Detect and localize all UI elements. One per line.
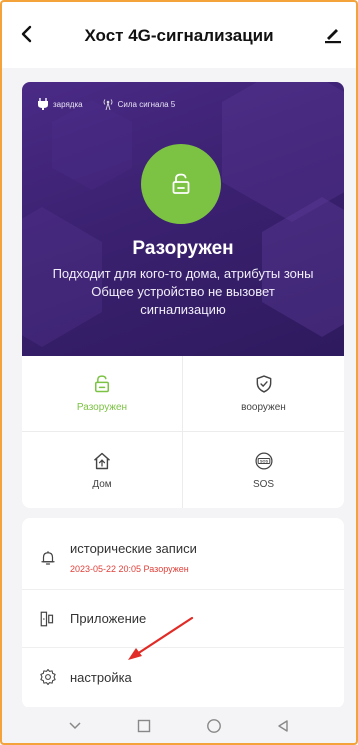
signal-label: Сила сигнала 5: [117, 99, 176, 109]
mode-armed[interactable]: вооружен: [183, 356, 344, 432]
back-button[interactable]: [14, 20, 38, 48]
chevron-down-icon[interactable]: [65, 716, 85, 736]
mode-label: Дом: [92, 478, 112, 490]
circle-icon[interactable]: [204, 716, 224, 736]
edit-button[interactable]: [320, 20, 346, 48]
unlock-icon: [95, 375, 109, 393]
state-description: Подходит для кого-то дома, атрибуты зоны…: [52, 266, 314, 317]
svg-text:SOS: SOS: [259, 459, 268, 463]
settings-label: настройка: [70, 669, 132, 685]
gear-icon: [38, 667, 58, 687]
home-icon: [94, 452, 110, 469]
system-nav-bar: [0, 707, 358, 745]
square-icon[interactable]: [134, 716, 154, 736]
sos-icon: SOS: [254, 451, 273, 470]
mode-label: вооружен: [241, 402, 286, 413]
device-panel-icon: [38, 609, 58, 629]
device-status-row: зарядка Сила сигнала 5: [38, 98, 175, 110]
signal-tower-icon: [103, 99, 113, 110]
red-arrow-annotation: [128, 616, 194, 660]
app-header: Хост 4G-сигнализации: [0, 0, 358, 68]
mode-grid: Разоружен вооружен Дом SOS SOS: [22, 356, 344, 508]
history-records-item[interactable]: исторические записи 2023-05-22 20:05 Раз…: [22, 526, 344, 590]
history-last-event: 2023-05-22 20:05 Разоружен: [70, 564, 189, 574]
arm-state-button[interactable]: [141, 144, 221, 224]
mode-sos[interactable]: SOS SOS: [183, 432, 344, 508]
history-label: исторические записи: [70, 541, 197, 556]
charge-label: зарядка: [53, 99, 83, 109]
mode-home[interactable]: Дом: [22, 432, 183, 508]
mode-label: SOS: [252, 478, 275, 490]
plug-icon: [38, 98, 48, 110]
page-title: Хост 4G-сигнализации: [84, 26, 274, 45]
bell-icon: [38, 548, 58, 568]
status-hero-card: зарядка Сила сигнала 5 Разоружен Подходи…: [22, 82, 344, 356]
chevron-left-icon: [21, 25, 32, 43]
unlock-icon: [172, 173, 190, 194]
mode-label: Разоружен: [76, 402, 128, 413]
triangle-back-icon[interactable]: [273, 716, 293, 736]
mode-disarmed[interactable]: Разоружен: [22, 356, 183, 432]
shield-check-icon: [256, 375, 271, 393]
edit-icon: [325, 29, 341, 44]
state-title: Разоружен: [132, 238, 234, 259]
